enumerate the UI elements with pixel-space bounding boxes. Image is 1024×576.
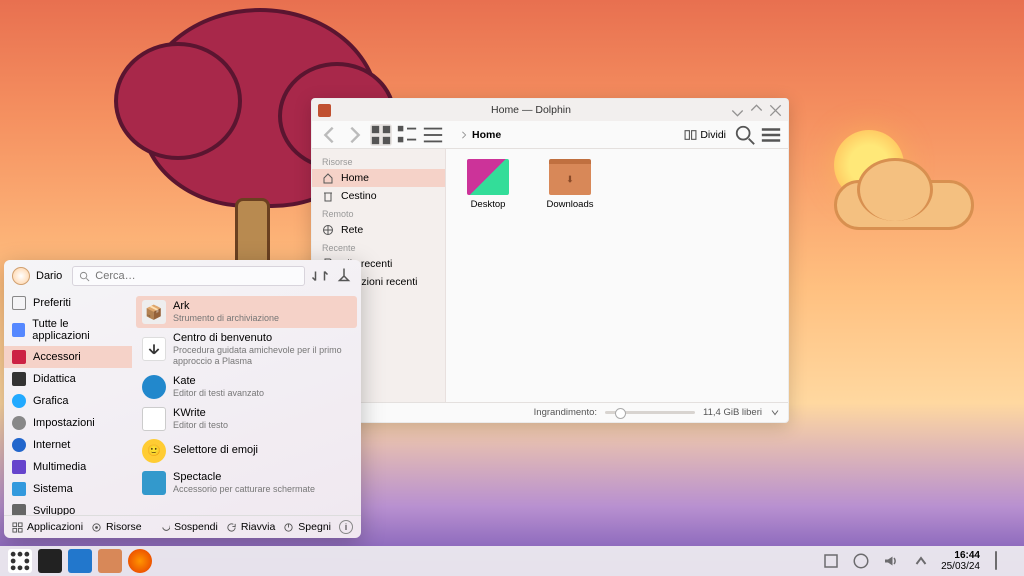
footer-places-tab[interactable]: Risorse	[91, 521, 142, 533]
tray-network-icon[interactable]	[852, 552, 870, 570]
clock-time: 16:44	[941, 550, 980, 561]
chevron-down-icon[interactable]	[770, 403, 780, 422]
titlebar[interactable]: Home — Dolphin	[312, 99, 788, 121]
close-button[interactable]	[769, 104, 782, 117]
free-space: 11,4 GiB liberi	[703, 407, 762, 418]
tray-chevron-up-icon[interactable]	[912, 552, 930, 570]
user-avatar[interactable]	[12, 267, 30, 285]
places-header-recente: Recente	[312, 239, 445, 255]
files-view[interactable]: Desktop ⬇︎ Downloads	[446, 149, 788, 402]
restart-button[interactable]: Riavvia	[226, 521, 275, 533]
window-app-icon	[318, 104, 331, 117]
taskbar-settings[interactable]	[68, 549, 92, 573]
forward-button[interactable]	[344, 124, 366, 146]
category-system[interactable]: Sistema	[4, 478, 132, 500]
folder-icon: ⬇︎	[549, 159, 591, 195]
tray-calendar-icon[interactable]	[995, 552, 1013, 570]
places-header-remoto: Remoto	[312, 205, 445, 221]
back-button[interactable]	[318, 124, 340, 146]
category-education[interactable]: Didattica	[4, 368, 132, 390]
pin-button[interactable]	[335, 267, 353, 285]
category-multimedia[interactable]: Multimedia	[4, 456, 132, 478]
statusbar: 2 cartelle Ingrandimento: 11,4 GiB liber…	[312, 402, 788, 422]
category-settings[interactable]: Impostazioni	[4, 412, 132, 434]
place-trash[interactable]: Cestino	[312, 187, 445, 205]
toolbar: Home Dividi	[312, 121, 788, 149]
split-view-button[interactable]: Dividi	[680, 124, 730, 146]
wallpaper-cloud	[834, 180, 974, 230]
app-launcher-button[interactable]	[8, 549, 32, 573]
tray-volume-icon[interactable]	[882, 552, 900, 570]
sort-button[interactable]	[311, 267, 329, 285]
category-accessories[interactable]: Accessori	[4, 346, 132, 368]
minimize-button[interactable]	[731, 104, 744, 117]
folder-icon	[467, 159, 509, 195]
category-favorites[interactable]: Preferiti	[4, 292, 132, 314]
view-compact-button[interactable]	[396, 124, 418, 146]
search-icon	[79, 271, 90, 282]
tray-klipper-icon[interactable]	[822, 552, 840, 570]
view-details-button[interactable]	[422, 124, 444, 146]
category-development[interactable]: Sviluppo	[4, 500, 132, 515]
shutdown-button[interactable]: Spegni	[283, 521, 331, 533]
search-button[interactable]	[734, 124, 756, 146]
category-all-apps[interactable]: Tutte le applicazioni	[4, 314, 132, 346]
taskbar-firefox[interactable]	[128, 549, 152, 573]
clock[interactable]: 16:44 25/03/24	[941, 550, 980, 572]
breadcrumb[interactable]: Home	[454, 127, 507, 143]
app-kate[interactable]: KateEditor di testi avanzato	[136, 371, 357, 403]
places-header-risorse: Risorse	[312, 153, 445, 169]
zoom-slider[interactable]	[605, 411, 695, 414]
username: Dario	[36, 270, 62, 282]
category-graphics[interactable]: Grafica	[4, 390, 132, 412]
app-spectacle[interactable]: SpectacleAccessorio per catturare scherm…	[136, 467, 357, 499]
launcher-footer: Applicazioni Risorse Sospendi Riavvia Sp…	[4, 515, 361, 538]
taskbar-dolphin[interactable]	[98, 549, 122, 573]
view-icons-button[interactable]	[370, 124, 392, 146]
taskbar-konsole[interactable]	[38, 549, 62, 573]
app-kwrite[interactable]: KWriteEditor di testo	[136, 403, 357, 435]
place-home[interactable]: Home	[312, 169, 445, 187]
footer-apps-tab[interactable]: Applicazioni	[12, 521, 83, 533]
folder-downloads[interactable]: ⬇︎ Downloads	[542, 159, 598, 210]
search-field[interactable]	[95, 270, 298, 282]
suspend-button[interactable]: Sospendi	[159, 521, 218, 533]
category-internet[interactable]: Internet	[4, 434, 132, 456]
hamburger-menu-button[interactable]	[760, 124, 782, 146]
folder-desktop[interactable]: Desktop	[460, 159, 516, 210]
file-manager-window: Home — Dolphin Home Dividi Risorse Home …	[311, 98, 789, 423]
window-title: Home — Dolphin	[337, 104, 725, 116]
app-ark[interactable]: 📦ArkStrumento di archiviazione	[136, 296, 357, 328]
categories-list: Preferiti Tutte le applicazioni Accessor…	[4, 292, 132, 515]
clock-date: 25/03/24	[941, 561, 980, 572]
zoom-label: Ingrandimento:	[534, 407, 597, 418]
application-launcher: Dario Preferiti Tutte le applicazioni Ac…	[4, 260, 361, 538]
search-input[interactable]	[72, 266, 305, 286]
place-network[interactable]: Rete	[312, 221, 445, 239]
app-welcome[interactable]: Centro di benvenutoProcedura guidata ami…	[136, 328, 357, 371]
apps-list: 📦ArkStrumento di archiviazione Centro di…	[132, 292, 361, 515]
maximize-button[interactable]	[750, 104, 763, 117]
breadcrumb-home[interactable]: Home	[472, 129, 501, 141]
taskbar: 16:44 25/03/24	[0, 546, 1024, 576]
app-emoji-picker[interactable]: 🙂Selettore di emoji	[136, 435, 357, 467]
info-button[interactable]: i	[339, 520, 353, 534]
